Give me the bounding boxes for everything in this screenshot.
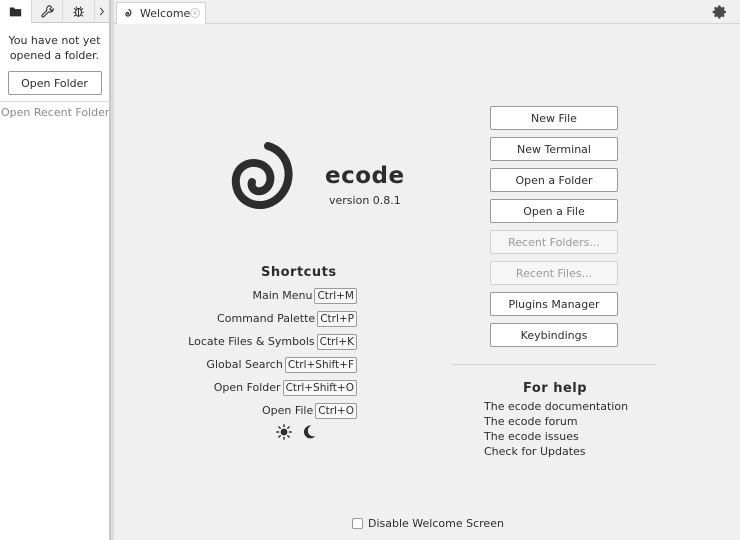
- shortcut-label: Open File: [261, 404, 314, 417]
- shortcut-label: Global Search: [206, 358, 283, 371]
- tab-welcome-label: Welcome: [140, 7, 191, 20]
- sidebar-tab-build[interactable]: [32, 0, 64, 23]
- shortcut-row[interactable]: Command Palette Ctrl+P: [188, 307, 357, 330]
- open-recent-folder-item[interactable]: Open Recent Folder...: [0, 102, 109, 119]
- shortcut-row[interactable]: Global Search Ctrl+Shift+F: [188, 353, 357, 376]
- disable-welcome-checkbox[interactable]: [352, 518, 363, 529]
- recent-files-button[interactable]: Recent Files...: [490, 261, 618, 285]
- shortcuts-title: Shortcuts: [261, 265, 337, 280]
- recent-folders-button[interactable]: Recent Folders...: [490, 230, 618, 254]
- sidebar-tabs: [0, 0, 109, 23]
- help-divider: [452, 364, 656, 365]
- tab-bar: Welcome ×: [114, 0, 740, 24]
- forum-link[interactable]: The ecode forum: [484, 414, 628, 429]
- shortcut-key: Ctrl+Shift+F: [284, 356, 357, 373]
- shortcut-key: Ctrl+K: [316, 333, 357, 350]
- documentation-link[interactable]: The ecode documentation: [484, 399, 628, 414]
- shortcut-row[interactable]: Open Folder Ctrl+Shift+O: [188, 376, 357, 399]
- bug-icon: [73, 6, 85, 17]
- gear-icon[interactable]: [712, 4, 728, 20]
- shortcut-list: Main Menu Ctrl+M Command Palette Ctrl+P Lo…: [188, 284, 357, 422]
- check-updates-link[interactable]: Check for Updates: [484, 444, 628, 459]
- shortcut-row[interactable]: Open File Ctrl+O: [188, 399, 357, 422]
- issues-link[interactable]: The ecode issues: [484, 429, 628, 444]
- shortcut-key: Ctrl+O: [315, 402, 357, 419]
- terminal-icon: [99, 7, 105, 16]
- app-name: ecode: [325, 163, 405, 189]
- shortcut-key: Ctrl+P: [317, 310, 357, 327]
- sidebar-tab-terminal[interactable]: [95, 0, 109, 23]
- open-a-folder-button[interactable]: Open a Folder: [490, 168, 618, 192]
- new-file-button[interactable]: New File: [490, 106, 618, 130]
- wrench-icon: [40, 5, 54, 18]
- ecode-logo-icon: [231, 142, 293, 210]
- moon-icon[interactable]: [301, 424, 317, 440]
- ecode-logo-icon: [125, 8, 132, 17]
- close-icon[interactable]: ×: [190, 8, 200, 18]
- app-version: version 0.8.1: [329, 194, 401, 207]
- shortcut-key: Ctrl+Shift+O: [282, 379, 357, 396]
- sidebar: You have not yet opened a folder. Open F…: [0, 0, 110, 540]
- plugins-manager-button[interactable]: Plugins Manager: [490, 292, 618, 316]
- sun-icon[interactable]: [276, 424, 292, 440]
- new-terminal-button[interactable]: New Terminal: [490, 137, 618, 161]
- sidebar-tab-folder[interactable]: [0, 0, 32, 23]
- help-links: The ecode documentation The ecode forum …: [484, 399, 628, 459]
- disable-welcome-label: Disable Welcome Screen: [368, 517, 504, 530]
- keybindings-button[interactable]: Keybindings: [490, 323, 618, 347]
- shortcut-label: Open Folder: [213, 381, 281, 394]
- shortcut-row[interactable]: Locate Files & Symbols Ctrl+K: [188, 330, 357, 353]
- shortcut-key: Ctrl+M: [314, 287, 357, 304]
- welcome-screen: ecode version 0.8.1 Shortcuts Main Menu C…: [114, 24, 740, 540]
- help-title: For help: [523, 381, 588, 396]
- folder-icon: [9, 7, 22, 17]
- shortcut-label: Command Palette: [217, 312, 316, 325]
- theme-switcher: [276, 424, 317, 440]
- shortcut-row[interactable]: Main Menu Ctrl+M: [188, 284, 357, 307]
- open-a-file-button[interactable]: Open a File: [490, 199, 618, 223]
- sidebar-tab-debug[interactable]: [63, 0, 96, 23]
- tab-welcome[interactable]: Welcome ×: [116, 2, 206, 24]
- disable-welcome-toggle[interactable]: Disable Welcome Screen: [352, 517, 504, 530]
- shortcut-label: Main Menu: [252, 289, 313, 302]
- open-folder-button[interactable]: Open Folder: [7, 71, 102, 95]
- no-folder-message: You have not yet opened a folder.: [8, 34, 101, 62]
- welcome-actions: New File New Terminal Open a Folder Open…: [490, 106, 618, 354]
- shortcut-label: Locate Files & Symbols: [188, 335, 315, 348]
